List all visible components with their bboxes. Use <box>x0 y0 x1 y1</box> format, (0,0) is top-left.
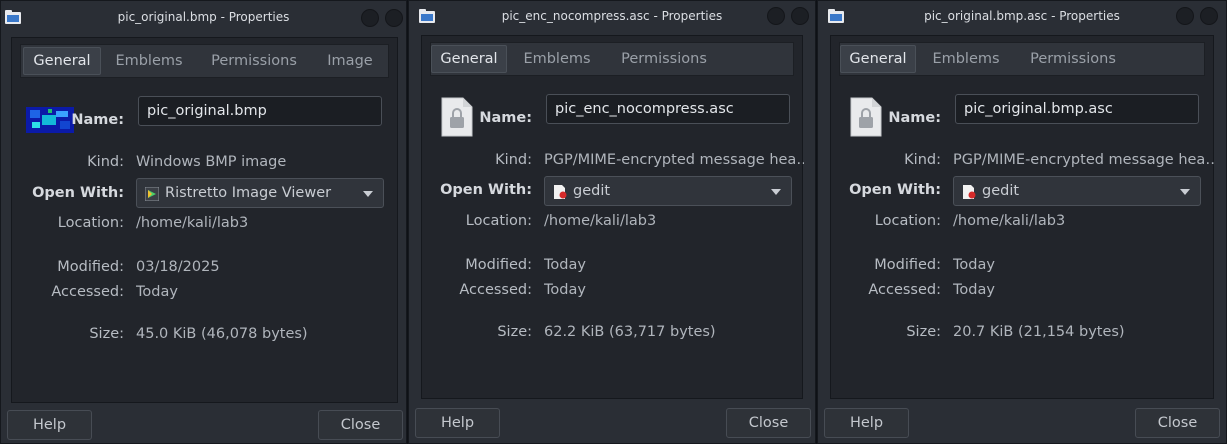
kind-value: PGP/MIME-encrypted message hea… <box>953 152 1215 168</box>
open-with-value: gedit <box>573 183 611 199</box>
open-with-label: Open With: <box>849 182 941 198</box>
tab-general[interactable]: General <box>840 45 916 73</box>
size-value: 62.2 KiB (63,717 bytes) <box>544 324 716 340</box>
help-button[interactable]: Help <box>824 408 909 438</box>
close-window-button[interactable] <box>1200 7 1218 25</box>
close-button[interactable]: Close <box>726 408 811 438</box>
size-label: Size: <box>89 326 124 342</box>
modified-value: Today <box>953 257 995 273</box>
open-with-label: Open With: <box>32 185 124 201</box>
modified-label: Modified: <box>874 257 941 273</box>
accessed-label: Accessed: <box>51 284 124 300</box>
properties-window-1: pic_original.bmp - Properties General Em… <box>0 0 407 444</box>
properties-window-3: pic_original.bmp.asc - Properties Genera… <box>817 0 1227 444</box>
location-value: /home/kali/lab3 <box>953 213 1066 229</box>
accessed-value: Today <box>136 284 178 300</box>
open-with-value: Ristretto Image Viewer <box>165 185 332 201</box>
window-title: pic_enc_nocompress.asc - Properties <box>501 9 723 23</box>
location-label: Location: <box>874 213 941 229</box>
titlebar[interactable]: pic_original.bmp - Properties <box>1 1 406 35</box>
tab-bar: General Emblems Permissions Image <box>20 44 389 78</box>
open-with-select[interactable]: gedit <box>544 176 792 206</box>
modified-value: Today <box>544 257 586 273</box>
location-label: Location: <box>57 215 124 231</box>
tab-bar: General Emblems Permissions <box>839 42 1205 76</box>
size-label: Size: <box>906 324 941 340</box>
name-label: Name: <box>71 112 124 128</box>
open-with-value: gedit <box>982 183 1020 199</box>
modified-label: Modified: <box>465 257 532 273</box>
close-window-button[interactable] <box>385 9 403 27</box>
open-with-select[interactable]: Ristretto Image Viewer <box>136 178 384 208</box>
close-button[interactable]: Close <box>318 410 403 440</box>
tab-emblems[interactable]: Emblems <box>517 45 597 73</box>
chevron-down-icon <box>363 191 373 197</box>
kind-label: Kind: <box>904 152 941 168</box>
titlebar[interactable]: pic_enc_nocompress.asc - Properties <box>409 1 815 35</box>
titlebar[interactable]: pic_original.bmp.asc - Properties <box>818 1 1226 35</box>
size-value: 45.0 KiB (46,078 bytes) <box>136 326 308 342</box>
kind-value: PGP/MIME-encrypted message hea… <box>544 152 804 168</box>
open-with-label: Open With: <box>440 182 532 198</box>
ristretto-icon <box>145 187 159 201</box>
size-value: 20.7 KiB (21,154 bytes) <box>953 324 1125 340</box>
tab-bar: General Emblems Permissions <box>430 42 794 76</box>
open-with-select[interactable]: gedit <box>953 176 1201 206</box>
kind-value: Windows BMP image <box>136 154 287 170</box>
modified-value: 03/18/2025 <box>136 259 220 275</box>
kind-label: Kind: <box>87 154 124 170</box>
accessed-value: Today <box>953 282 995 298</box>
minimize-button[interactable] <box>1176 7 1194 25</box>
gedit-icon <box>963 185 976 199</box>
tab-emblems[interactable]: Emblems <box>109 47 189 75</box>
help-button[interactable]: Help <box>415 408 500 438</box>
name-field[interactable]: pic_original.bmp <box>138 96 382 126</box>
kind-label: Kind: <box>495 152 532 168</box>
accessed-label: Accessed: <box>459 282 532 298</box>
chevron-down-icon <box>771 189 781 195</box>
location-value: /home/kali/lab3 <box>136 215 249 231</box>
location-value: /home/kali/lab3 <box>544 213 657 229</box>
tab-general[interactable]: General <box>431 45 507 73</box>
properties-window-2: pic_enc_nocompress.asc - Properties Gene… <box>408 0 816 444</box>
name-field[interactable]: pic_enc_nocompress.asc <box>546 94 790 124</box>
close-window-button[interactable] <box>791 7 809 25</box>
window-title: pic_original.bmp.asc - Properties <box>924 9 1120 23</box>
minimize-button[interactable] <box>767 7 785 25</box>
window-title: pic_original.bmp - Properties <box>117 10 290 24</box>
tab-general[interactable]: General <box>23 47 101 75</box>
gedit-icon <box>554 185 567 199</box>
tab-permissions[interactable]: Permissions <box>201 47 307 75</box>
help-button[interactable]: Help <box>7 410 92 440</box>
name-label: Name: <box>479 110 532 126</box>
minimize-button[interactable] <box>361 9 379 27</box>
accessed-value: Today <box>544 282 586 298</box>
location-label: Location: <box>465 213 532 229</box>
accessed-label: Accessed: <box>868 282 941 298</box>
modified-label: Modified: <box>57 259 124 275</box>
close-button[interactable]: Close <box>1135 408 1220 438</box>
chevron-down-icon <box>1180 189 1190 195</box>
name-label: Name: <box>888 110 941 126</box>
tab-permissions[interactable]: Permissions <box>1018 45 1128 73</box>
size-label: Size: <box>497 324 532 340</box>
tab-emblems[interactable]: Emblems <box>926 45 1006 73</box>
name-field[interactable]: pic_original.bmp.asc <box>955 94 1199 124</box>
tab-image[interactable]: Image <box>319 47 381 75</box>
tab-permissions[interactable]: Permissions <box>609 45 719 73</box>
